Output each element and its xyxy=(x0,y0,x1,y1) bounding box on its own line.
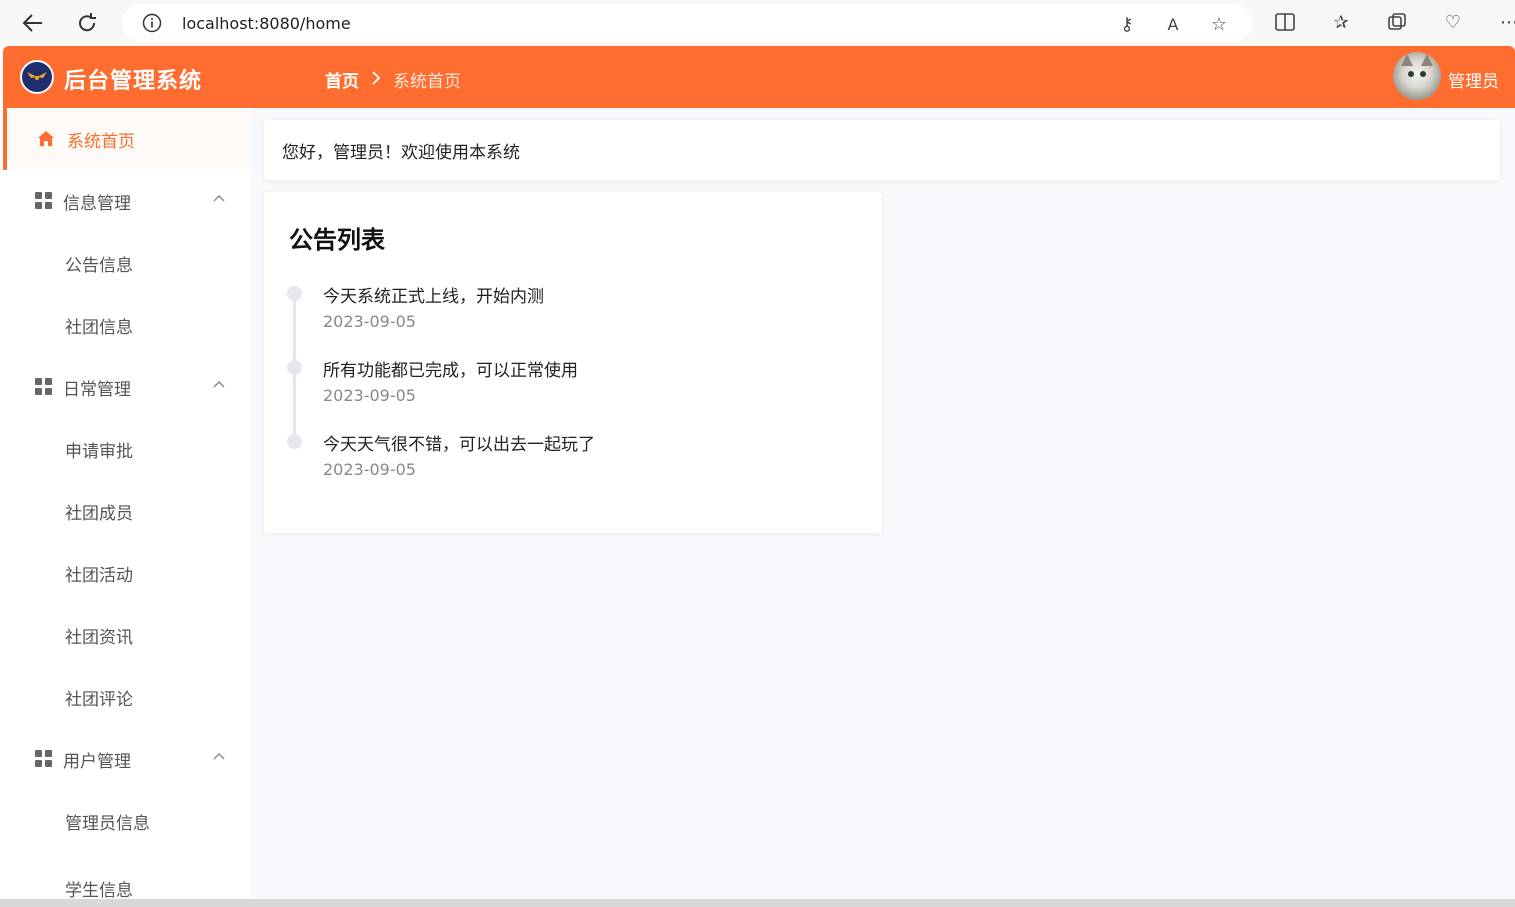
chevron-up-icon xyxy=(213,190,225,202)
sidebar-item-label: 社团活动 xyxy=(65,565,133,586)
notice-date: 2023-09-05 xyxy=(323,386,416,405)
sidebar-item-approvals[interactable]: 申请审批 xyxy=(3,418,251,480)
sidebar-item-clubs[interactable]: 社团信息 xyxy=(3,294,251,356)
notice-content: 今天系统正式上线，开始内测 xyxy=(323,287,544,307)
sidebar-item-students[interactable]: 学生信息 xyxy=(3,852,251,901)
avatar[interactable] xyxy=(1393,52,1441,100)
list-item: 今天天气很不错，可以出去一起玩了 2023-09-05 xyxy=(287,432,847,506)
sidebar-item-label: 社团资讯 xyxy=(65,627,133,648)
list-item: 所有功能都已完成，可以正常使用 2023-09-05 xyxy=(287,358,847,432)
sidebar-item-label: 社团成员 xyxy=(65,503,133,524)
sidebar-item-label: 社团信息 xyxy=(65,317,133,338)
home-icon xyxy=(37,130,55,148)
logo-icon xyxy=(20,60,54,94)
more-menu-icon[interactable]: ⋯ xyxy=(1496,10,1515,34)
sidebar-item-label: 社团评论 xyxy=(65,689,133,710)
notice-timeline: 今天系统正式上线，开始内测 2023-09-05 所有功能都已完成，可以正常使用… xyxy=(287,284,847,506)
breadcrumb: 首页 系统首页 xyxy=(325,67,461,92)
sidebar-item-notices[interactable]: 公告信息 xyxy=(3,232,251,294)
timeline-dot xyxy=(287,360,302,375)
sidebar-item-label: 信息管理 xyxy=(63,193,131,214)
favorites-icon[interactable]: ✰ xyxy=(1328,10,1354,34)
sidebar-item-activities[interactable]: 社团活动 xyxy=(3,542,251,604)
sidebar: 系统首页 信息管理 公告信息 社团信息 日常管理 申请审批 社团成员 社团活动 … xyxy=(3,108,251,901)
favorite-star-icon[interactable]: ☆ xyxy=(1206,12,1232,36)
url-text[interactable]: localhost:8080/home xyxy=(182,14,351,33)
sidebar-item-label: 公告信息 xyxy=(65,255,133,276)
notice-content: 今天天气很不错，可以出去一起玩了 xyxy=(323,435,595,455)
timeline-dot xyxy=(287,286,302,301)
reload-icon[interactable] xyxy=(72,8,102,38)
sidebar-item-news[interactable]: 社团资讯 xyxy=(3,604,251,666)
sidebar-group-users[interactable]: 用户管理 xyxy=(3,728,251,790)
sidebar-item-label: 日常管理 xyxy=(63,379,131,400)
breadcrumb-home[interactable]: 首页 xyxy=(325,67,359,92)
address-bar[interactable]: localhost:8080/home ⚷ A ☆ xyxy=(122,4,1252,42)
chevron-up-icon xyxy=(213,748,225,760)
timeline-dot xyxy=(287,434,302,449)
read-aloud-icon[interactable]: A xyxy=(1160,12,1186,36)
notice-title: 公告列表 xyxy=(289,226,385,254)
sidebar-item-label: 管理员信息 xyxy=(65,813,150,834)
browser-toolbar: localhost:8080/home ⚷ A ☆ ✰ ♡ ⋯ xyxy=(0,0,1515,46)
split-screen-icon[interactable] xyxy=(1272,10,1298,34)
brand-title: 后台管理系统 xyxy=(64,69,203,94)
sidebar-item-label: 学生信息 xyxy=(65,881,133,901)
sidebar-item-label: 申请审批 xyxy=(65,441,133,462)
chevron-up-icon xyxy=(213,376,225,388)
list-item: 今天系统正式上线，开始内测 2023-09-05 xyxy=(287,284,847,358)
breadcrumb-current: 系统首页 xyxy=(393,72,461,92)
sidebar-item-label: 系统首页 xyxy=(67,131,135,152)
grid-icon xyxy=(35,378,53,396)
collections-icon[interactable] xyxy=(1384,10,1410,34)
notice-card: 公告列表 今天系统正式上线，开始内测 2023-09-05 所有功能都已完成，可… xyxy=(264,192,882,533)
window-bottom-strip xyxy=(0,899,1515,907)
notice-date: 2023-09-05 xyxy=(323,460,416,479)
grid-icon xyxy=(35,750,53,768)
sidebar-group-info[interactable]: 信息管理 xyxy=(3,170,251,232)
browser-essentials-icon[interactable]: ♡ xyxy=(1440,10,1466,34)
sidebar-group-daily[interactable]: 日常管理 xyxy=(3,356,251,418)
welcome-banner: 您好，管理员！欢迎使用本系统 xyxy=(264,120,1500,180)
app-header: 后台管理系统 首页 系统首页 管理员 xyxy=(3,46,1515,108)
sidebar-item-admins[interactable]: 管理员信息 xyxy=(3,790,251,852)
notice-content: 所有功能都已完成，可以正常使用 xyxy=(323,361,578,381)
sidebar-item-label: 用户管理 xyxy=(63,751,131,772)
key-icon[interactable]: ⚷ xyxy=(1114,12,1140,36)
info-icon[interactable] xyxy=(142,13,162,33)
app-container: 后台管理系统 首页 系统首页 管理员 系统首页 信息管理 公告信息 社团信息 日… xyxy=(3,46,1515,901)
user-name[interactable]: 管理员 xyxy=(1448,67,1499,92)
sidebar-item-home[interactable]: 系统首页 xyxy=(3,108,251,170)
sidebar-item-members[interactable]: 社团成员 xyxy=(3,480,251,542)
sidebar-item-comments[interactable]: 社团评论 xyxy=(3,666,251,728)
chevron-right-icon xyxy=(371,70,381,89)
notice-date: 2023-09-05 xyxy=(323,312,416,331)
welcome-text: 您好，管理员！欢迎使用本系统 xyxy=(282,142,520,163)
back-icon[interactable] xyxy=(18,8,48,38)
grid-icon xyxy=(35,192,53,210)
